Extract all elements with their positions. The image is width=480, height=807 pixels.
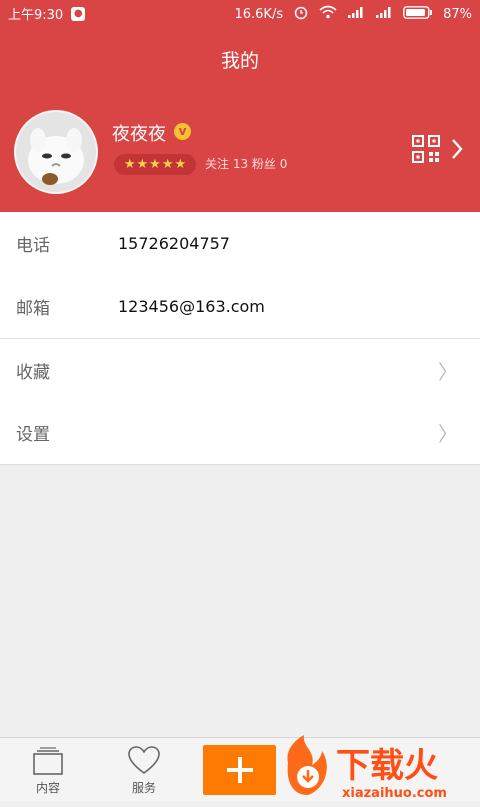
watermark-logo: 下载火 xiazaihuo.com <box>282 733 480 803</box>
star-icon: ★ <box>161 157 174 172</box>
network-speed: 16.6K/s <box>234 6 284 22</box>
chevron-right-icon <box>450 138 464 164</box>
verified-badge-icon: v <box>174 123 191 140</box>
email-value: 123456@163.com <box>118 297 265 316</box>
page-title: 我的 <box>220 50 259 72</box>
battery-icon <box>403 5 433 23</box>
star-icon: ★ <box>174 157 187 172</box>
alarm-icon <box>293 4 309 24</box>
star-icon: ★ <box>149 157 161 172</box>
username: 夜夜夜 <box>112 124 166 145</box>
rating-stars: ★ ★ ★ ★ ★ <box>114 154 196 175</box>
chevron-right-icon: 〉 <box>438 422 458 446</box>
settings-row[interactable]: 设置 〉 <box>0 401 480 464</box>
wifi-icon <box>319 5 337 23</box>
phone-row: 电话 15726204757 <box>0 212 480 275</box>
favorites-label: 收藏 <box>16 363 50 383</box>
signal-icon-1 <box>347 6 365 22</box>
bottom-nav: 内容 服务 下载火 xiazaihuo.com <box>0 735 480 801</box>
tab-content-label: 内容 <box>35 781 60 795</box>
chevron-right-icon: 〉 <box>438 360 458 384</box>
tab-service[interactable]: 服务 <box>96 738 192 801</box>
star-icon: ★ <box>136 157 149 172</box>
tab-content[interactable]: 内容 <box>0 738 96 801</box>
follow-stats[interactable]: 关注 13 粉丝 0 <box>205 155 287 172</box>
favorites-row[interactable]: 收藏 〉 <box>0 339 480 402</box>
notification-icon: ● <box>71 6 86 21</box>
phone-label: 电话 <box>16 236 50 256</box>
content-icon <box>33 747 63 775</box>
watermark-name: 下载火 <box>336 746 438 786</box>
add-button[interactable] <box>203 745 276 795</box>
status-time: 上午9:30 <box>8 8 64 23</box>
qr-code-icon <box>412 135 440 167</box>
status-bar: 上午9:30 ● 16.6K/s 87% <box>0 0 480 24</box>
email-row: 邮箱 123456@163.com <box>0 275 480 338</box>
watermark-url: xiazaihuo.com <box>342 786 447 801</box>
email-label: 邮箱 <box>16 299 50 319</box>
profile-header: 我的 夜夜夜 v ★ ★ ★ ★ ★ 关注 13 粉丝 0 <box>0 24 480 212</box>
battery-percent: 87% <box>443 6 472 22</box>
avatar[interactable] <box>14 110 98 194</box>
qr-code-button[interactable] <box>412 135 470 167</box>
settings-label: 设置 <box>16 425 50 445</box>
tab-service-label: 服务 <box>131 781 156 795</box>
plus-icon <box>226 757 253 783</box>
heart-icon <box>128 746 160 774</box>
signal-icon-2 <box>375 6 393 22</box>
star-icon: ★ <box>123 157 136 172</box>
phone-value: 15726204757 <box>118 234 230 253</box>
